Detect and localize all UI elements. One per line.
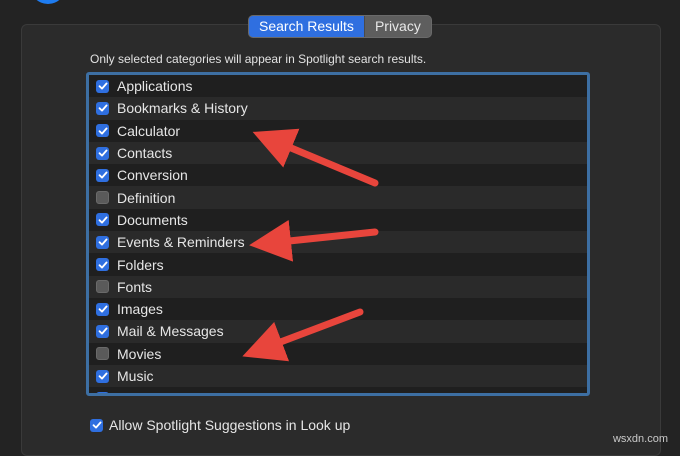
category-checkbox[interactable] — [96, 302, 109, 316]
list-item[interactable]: Folders — [89, 253, 587, 276]
category-label: Mail & Messages — [117, 323, 224, 340]
category-checkbox[interactable] — [96, 124, 109, 138]
list-item[interactable]: Bookmarks & History — [89, 97, 587, 120]
category-label: Contacts — [117, 145, 173, 162]
category-checkbox[interactable] — [96, 101, 109, 115]
category-checkbox[interactable] — [96, 258, 109, 272]
list-item[interactable]: Definition — [89, 186, 587, 209]
list-item[interactable]: Conversion — [89, 164, 587, 187]
list-item[interactable]: Fonts — [89, 275, 587, 298]
instruction-text: Only selected categories will appear in … — [90, 52, 427, 66]
category-checkbox[interactable] — [96, 347, 109, 361]
category-checkbox[interactable] — [96, 235, 109, 249]
list-item[interactable]: Calculator — [89, 119, 587, 142]
list-item[interactable]: Documents — [89, 208, 587, 232]
category-label: Bookmarks & History — [117, 100, 248, 117]
list-item[interactable]: Images — [89, 297, 587, 321]
category-checkbox[interactable] — [96, 213, 109, 227]
watermark: wsxdn.com — [612, 433, 668, 445]
allow-suggestions-row[interactable]: Allow Spotlight Suggestions in Look up — [90, 417, 350, 433]
category-checkbox[interactable] — [96, 79, 109, 93]
category-label: Events & Reminders — [117, 234, 245, 251]
category-label: Other — [117, 390, 152, 393]
tab-search-results[interactable]: Search Results — [249, 16, 364, 37]
list-item[interactable]: Movies — [89, 342, 587, 365]
list-item[interactable]: Other — [89, 387, 587, 393]
category-label: Documents — [117, 211, 188, 228]
category-checkbox[interactable] — [96, 324, 109, 338]
allow-suggestions-label: Allow Spotlight Suggestions in Look up — [109, 417, 351, 433]
allow-suggestions-checkbox[interactable] — [90, 418, 103, 432]
category-checkbox[interactable] — [96, 168, 109, 182]
category-label: Calculator — [117, 122, 181, 139]
category-label: Music — [117, 368, 154, 384]
list-item[interactable]: Mail & Messages — [89, 320, 587, 343]
category-checkbox[interactable] — [96, 391, 109, 393]
category-label: Movies — [117, 345, 162, 362]
tab-bar: Search Results Privacy — [248, 15, 432, 38]
app-icon — [30, 0, 66, 4]
category-label: Definition — [117, 189, 176, 206]
list-item[interactable]: Events & Reminders — [89, 231, 587, 254]
category-checkbox[interactable] — [96, 191, 109, 205]
category-label: Images — [117, 301, 163, 318]
category-checkbox[interactable] — [96, 280, 109, 294]
tab-privacy[interactable]: Privacy — [363, 16, 431, 37]
category-label: Fonts — [117, 278, 153, 295]
category-list[interactable]: Applications Bookmarks & History Calculato… — [86, 72, 590, 396]
category-checkbox[interactable] — [96, 146, 109, 160]
category-label: Applications — [117, 78, 193, 95]
category-label: Folders — [117, 256, 164, 273]
list-item[interactable]: Applications — [89, 75, 587, 98]
list-item[interactable]: Music — [89, 364, 587, 388]
category-checkbox[interactable] — [96, 369, 109, 383]
category-label: Conversion — [117, 167, 188, 184]
list-item[interactable]: Contacts — [89, 141, 587, 165]
